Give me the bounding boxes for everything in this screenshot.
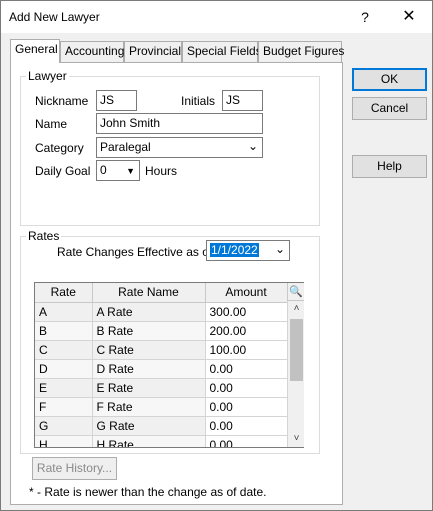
dialog-window: Add New Lawyer ? ✕ General Accounting Pr… <box>0 0 433 511</box>
hours-label: Hours <box>145 164 178 178</box>
column-header-rate-name[interactable]: Rate Name <box>92 283 206 303</box>
rates-table: Rate Rate Name Amount A A Rate 300.00 B … <box>34 282 304 448</box>
table-row[interactable]: B B Rate 200.00 <box>35 321 288 341</box>
column-header-amount[interactable]: Amount <box>205 283 288 303</box>
rate-code-cell: G <box>35 416 93 436</box>
lawyer-group-legend: Lawyer <box>26 69 69 83</box>
effective-date-label: Rate Changes Effective as of: <box>57 245 216 259</box>
tab-general[interactable]: General <box>10 39 60 63</box>
category-label: Category <box>35 141 84 155</box>
tab-budget-figures[interactable]: Budget Figures <box>258 41 344 62</box>
table-row[interactable]: A A Rate 300.00 <box>35 302 288 322</box>
daily-goal-select[interactable]: 0 ▼ <box>96 160 140 181</box>
effective-date-value: 1/1/2022 <box>210 243 259 257</box>
daily-goal-value: 0 <box>100 163 107 177</box>
rate-amount-cell[interactable]: 0.00 <box>205 416 288 436</box>
rate-code-cell: E <box>35 378 93 398</box>
chevron-down-icon: ⌄ <box>247 139 258 153</box>
initials-field[interactable]: JS <box>222 90 263 111</box>
rate-name-cell: E Rate <box>92 378 206 398</box>
category-select[interactable]: Paralegal ⌄ <box>96 137 263 158</box>
rate-history-button[interactable]: Rate History... <box>32 457 117 480</box>
rate-name-cell: C Rate <box>92 340 206 360</box>
scroll-down-icon[interactable]: ˅ <box>288 431 305 447</box>
category-select-value: Paralegal <box>100 140 151 154</box>
help-button[interactable]: Help <box>352 155 427 178</box>
table-row[interactable]: E E Rate 0.00 <box>35 378 288 398</box>
table-row[interactable]: D D Rate 0.00 <box>35 359 288 379</box>
column-header-rate[interactable]: Rate <box>35 283 93 303</box>
rate-code-cell: H <box>35 435 93 447</box>
rate-name-cell: B Rate <box>92 321 206 341</box>
table-row[interactable]: G G Rate 0.00 <box>35 416 288 436</box>
nickname-label: Nickname <box>35 94 89 108</box>
ok-button[interactable]: OK <box>352 68 427 91</box>
rate-amount-cell[interactable]: 200.00 <box>205 321 288 341</box>
chevron-down-icon: ⌄ <box>274 242 285 256</box>
rate-name-cell: H Rate <box>92 435 206 447</box>
rate-name-cell: A Rate <box>92 302 206 322</box>
daily-goal-label: Daily Goal <box>35 164 91 178</box>
title-bar: Add New Lawyer ? ✕ <box>1 1 432 33</box>
name-field[interactable]: John Smith <box>96 113 263 134</box>
rate-footnote: * - Rate is newer than the change as of … <box>29 485 267 499</box>
initials-label: Initials <box>181 94 216 108</box>
effective-date-picker[interactable]: 1/1/2022 ⌄ <box>206 240 290 261</box>
rate-amount-cell[interactable]: 300.00 <box>205 302 288 322</box>
rate-code-cell: A <box>35 302 93 322</box>
rate-amount-cell[interactable]: 100.00 <box>205 340 288 360</box>
rate-name-cell: F Rate <box>92 397 206 417</box>
search-icon[interactable]: 🔍 <box>287 283 304 301</box>
table-row[interactable]: C C Rate 100.00 <box>35 340 288 360</box>
nickname-field[interactable]: JS <box>96 90 137 111</box>
rates-table-scrollbar[interactable]: ˄ ˅ <box>287 301 304 447</box>
tab-accounting[interactable]: Accounting <box>60 41 124 62</box>
window-title: Add New Lawyer <box>9 10 100 24</box>
scrollbar-thumb[interactable] <box>290 319 303 381</box>
rate-amount-cell[interactable]: 0.00 <box>205 435 288 447</box>
rate-amount-cell[interactable]: 0.00 <box>205 378 288 398</box>
rate-code-cell: D <box>35 359 93 379</box>
rate-amount-cell[interactable]: 0.00 <box>205 359 288 379</box>
close-icon[interactable]: ✕ <box>389 1 429 33</box>
rate-code-cell: B <box>35 321 93 341</box>
tab-special-fields[interactable]: Special Fields <box>182 41 262 62</box>
dropdown-arrow-icon: ▼ <box>126 166 135 176</box>
scroll-up-icon[interactable]: ˄ <box>288 301 305 317</box>
table-row[interactable]: F F Rate 0.00 <box>35 397 288 417</box>
name-label: Name <box>35 117 68 131</box>
rate-amount-cell[interactable]: 0.00 <box>205 397 288 417</box>
cancel-button[interactable]: Cancel <box>352 97 427 120</box>
rates-group-legend: Rates <box>26 229 62 243</box>
help-icon[interactable]: ? <box>345 1 385 33</box>
table-row[interactable]: H H Rate 0.00 <box>35 435 288 447</box>
rate-name-cell: G Rate <box>92 416 206 436</box>
rate-name-cell: D Rate <box>92 359 206 379</box>
rate-code-cell: C <box>35 340 93 360</box>
rates-table-header: Rate Rate Name Amount <box>35 283 288 303</box>
rate-code-cell: F <box>35 397 93 417</box>
tab-provincial[interactable]: Provincial <box>124 41 182 62</box>
